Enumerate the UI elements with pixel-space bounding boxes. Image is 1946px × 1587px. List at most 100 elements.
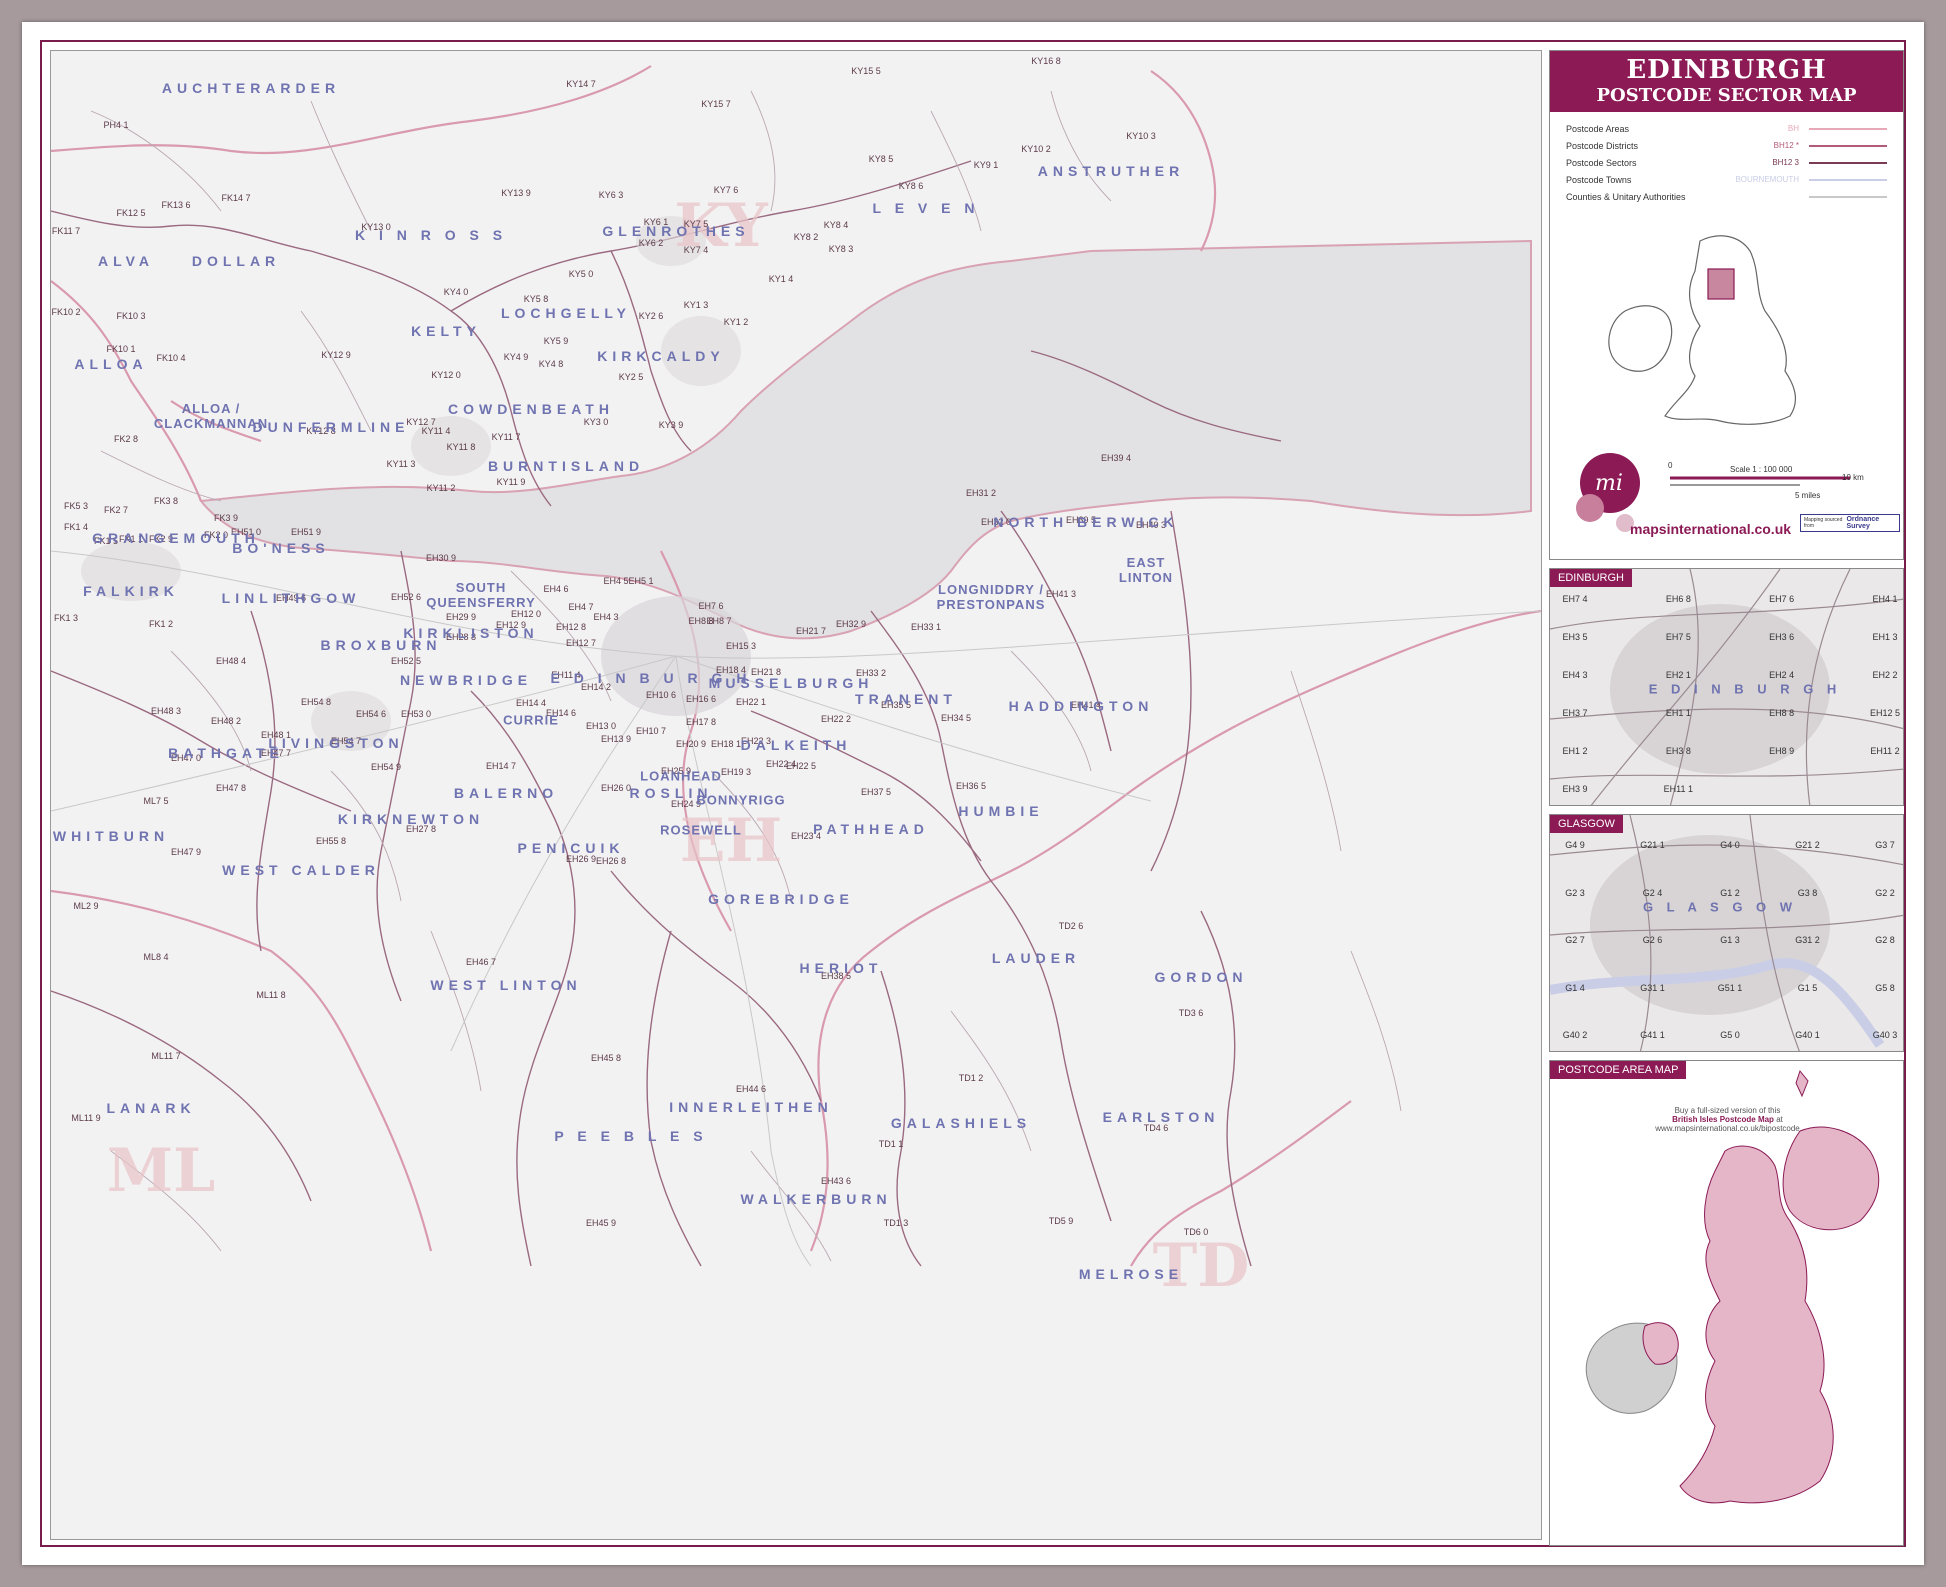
- inset-sector-label: EH7 5: [1665, 632, 1691, 642]
- glasgow-inset-town: G L A S G O W: [1642, 899, 1798, 915]
- town-label: BURNTISLAND: [487, 458, 645, 474]
- sector-label: TD2 6: [1058, 921, 1084, 931]
- sector-label: FK13 6: [161, 200, 191, 210]
- town-label: BATHGATE: [168, 745, 284, 761]
- inset-sector-label: G2 2: [1875, 887, 1895, 898]
- sector-label: KY7 6: [713, 185, 739, 195]
- legend-sample-text: BOURNEMOUTH: [1735, 175, 1799, 184]
- sector-label: EH48 4: [215, 656, 247, 666]
- sector-label: EH7 6: [698, 601, 724, 611]
- legend-label: Postcode Towns: [1566, 174, 1632, 185]
- town-label: WEST CALDER: [222, 862, 380, 878]
- sector-label: EH39 4: [1100, 453, 1132, 463]
- sector-label: KY1 2: [723, 317, 749, 327]
- town-label: NEWBRIDGE: [399, 672, 533, 688]
- inset-sector-label: EH3 7: [1562, 708, 1588, 718]
- inset-sector-label: G40 1: [1795, 1030, 1820, 1040]
- town-label: LAUDER: [991, 950, 1081, 966]
- sector-label: EH45 9: [585, 1218, 617, 1228]
- sector-label: KY11 8: [446, 442, 476, 452]
- legend-sample-text: BH12 *: [1773, 141, 1799, 150]
- inset-sector-label: G1 2: [1720, 887, 1740, 898]
- sector-label: FK11 7: [51, 226, 81, 236]
- town-label: ALLOA: [74, 356, 148, 372]
- sector-label: EH4 5: [603, 576, 629, 586]
- ordnance-survey-badge: Mapping sourced from Ordnance Survey: [1800, 514, 1900, 532]
- sector-label: KY4 0: [443, 287, 469, 297]
- legend-label: Counties & Unitary Authorities: [1566, 191, 1686, 202]
- sector-label: KY8 4: [823, 220, 849, 230]
- sector-label: EH53 0: [400, 709, 432, 719]
- sector-label: EH21 7: [795, 626, 827, 636]
- sector-label: EH20 9: [675, 739, 707, 749]
- scale-km: 10 km: [1842, 473, 1864, 482]
- inset-sector-label: G41 1: [1640, 1030, 1665, 1040]
- town-label: GALASHIELS: [890, 1115, 1032, 1131]
- town-label: ALVA: [97, 253, 155, 269]
- town-label: GOREBRIDGE: [708, 891, 854, 907]
- legend-row: Postcode Districts BH12 *: [1566, 137, 1887, 154]
- town-label: HUMBIE: [958, 803, 1044, 819]
- inset-sector-label: G2 3: [1565, 887, 1585, 898]
- town-label: LOANHEAD: [640, 768, 722, 784]
- town-label: COWDENBEATH: [448, 401, 614, 417]
- inset-sector-label: EH4 1: [1872, 594, 1898, 604]
- legend-line: [1809, 178, 1887, 181]
- os-name: Ordnance Survey: [1846, 516, 1880, 530]
- sector-label: EH12 0: [510, 609, 542, 619]
- inset-sector-label: EH11 2: [1870, 746, 1900, 756]
- town-label: DUNFERMLINE: [252, 419, 410, 435]
- sector-label: FK1 3: [53, 613, 79, 623]
- town-label: L E V E N: [872, 200, 980, 216]
- legend-sample: BH: [1788, 124, 1887, 133]
- edinburgh-inset[interactable]: EDINBURGH E D I N B U R G H EH7 4 EH6 8 EH…: [1549, 568, 1904, 806]
- town-label: BONNYRIGG: [696, 792, 786, 808]
- sector-label: KY11 7: [491, 432, 521, 442]
- legend-line: [1809, 144, 1887, 147]
- sector-label: FK1 2: [148, 619, 174, 629]
- sector-label: KY13 9: [501, 188, 531, 198]
- sector-label: EH10 6: [645, 690, 677, 700]
- inset-sector-label: G4 0: [1720, 840, 1740, 850]
- sector-label: EH12 7: [565, 638, 597, 648]
- sector-label: FK5 3: [63, 501, 89, 511]
- sector-label: EH54 9: [370, 762, 402, 772]
- sector-label: EH52 6: [390, 592, 422, 602]
- sector-label: FK12 5: [116, 208, 146, 218]
- inset-sector-label: EH4 3: [1562, 670, 1588, 680]
- sector-label: EH48 2: [210, 716, 242, 726]
- main-map[interactable]: KY EH ML TD KY16 8 KY15 5 KY14 7 KY15 7 PH4 1 KY…: [50, 50, 1542, 1540]
- sector-label: EH31 2: [965, 488, 997, 498]
- inset-sector-label: G40 2: [1562, 1030, 1588, 1040]
- sector-label: ML11 7: [151, 1051, 181, 1061]
- legend-line: [1809, 195, 1887, 198]
- sector-label: EH33 1: [910, 622, 942, 632]
- title-bar: EDINBURGH POSTCODE SECTOR MAP: [1550, 51, 1903, 112]
- town-label: CURRIE: [503, 712, 559, 728]
- postcode-area-map-panel[interactable]: POSTCODE AREA MAP Buy a full-sized versi…: [1549, 1060, 1904, 1546]
- inset-sector-label: EH2 2: [1872, 670, 1898, 680]
- sector-label: EH45 8: [590, 1053, 622, 1063]
- brand-url[interactable]: mapsinternational.co.uk: [1630, 521, 1791, 537]
- sector-label: KY8 2: [793, 232, 819, 242]
- inset-sector-label: G21 1: [1640, 840, 1665, 850]
- legend-sample-text: BH: [1787, 124, 1799, 133]
- sector-label: KY5 9: [543, 336, 569, 346]
- inset-sector-label: G1 5: [1797, 982, 1818, 993]
- roads: [51, 550, 1541, 1267]
- inset-sector-label: G4 9: [1565, 840, 1585, 850]
- town-label: K I N R O S S: [354, 227, 508, 243]
- sector-label: EH4 7: [568, 602, 594, 612]
- glasgow-inset[interactable]: GLASGOW G L A S G O W G4 9 G21 1 G4 0 G21 2…: [1549, 814, 1904, 1052]
- sector-label: KY8 3: [828, 244, 854, 254]
- legend-row: Postcode Sectors BH12 3: [1566, 154, 1887, 171]
- sector-label: EH5 1: [628, 576, 654, 586]
- area-map-label: POSTCODE AREA MAP: [1550, 1061, 1687, 1079]
- sector-label: ML11 9: [71, 1113, 101, 1123]
- inset-sector-label: EH8 9: [1769, 746, 1795, 756]
- town-label: WHITBURN: [52, 828, 170, 844]
- town-label: TRANENT: [855, 691, 957, 707]
- sector-label: ML11 8: [256, 990, 286, 1000]
- sector-label: KY6 2: [638, 238, 664, 248]
- legend-sample: BH12 3: [1772, 158, 1887, 167]
